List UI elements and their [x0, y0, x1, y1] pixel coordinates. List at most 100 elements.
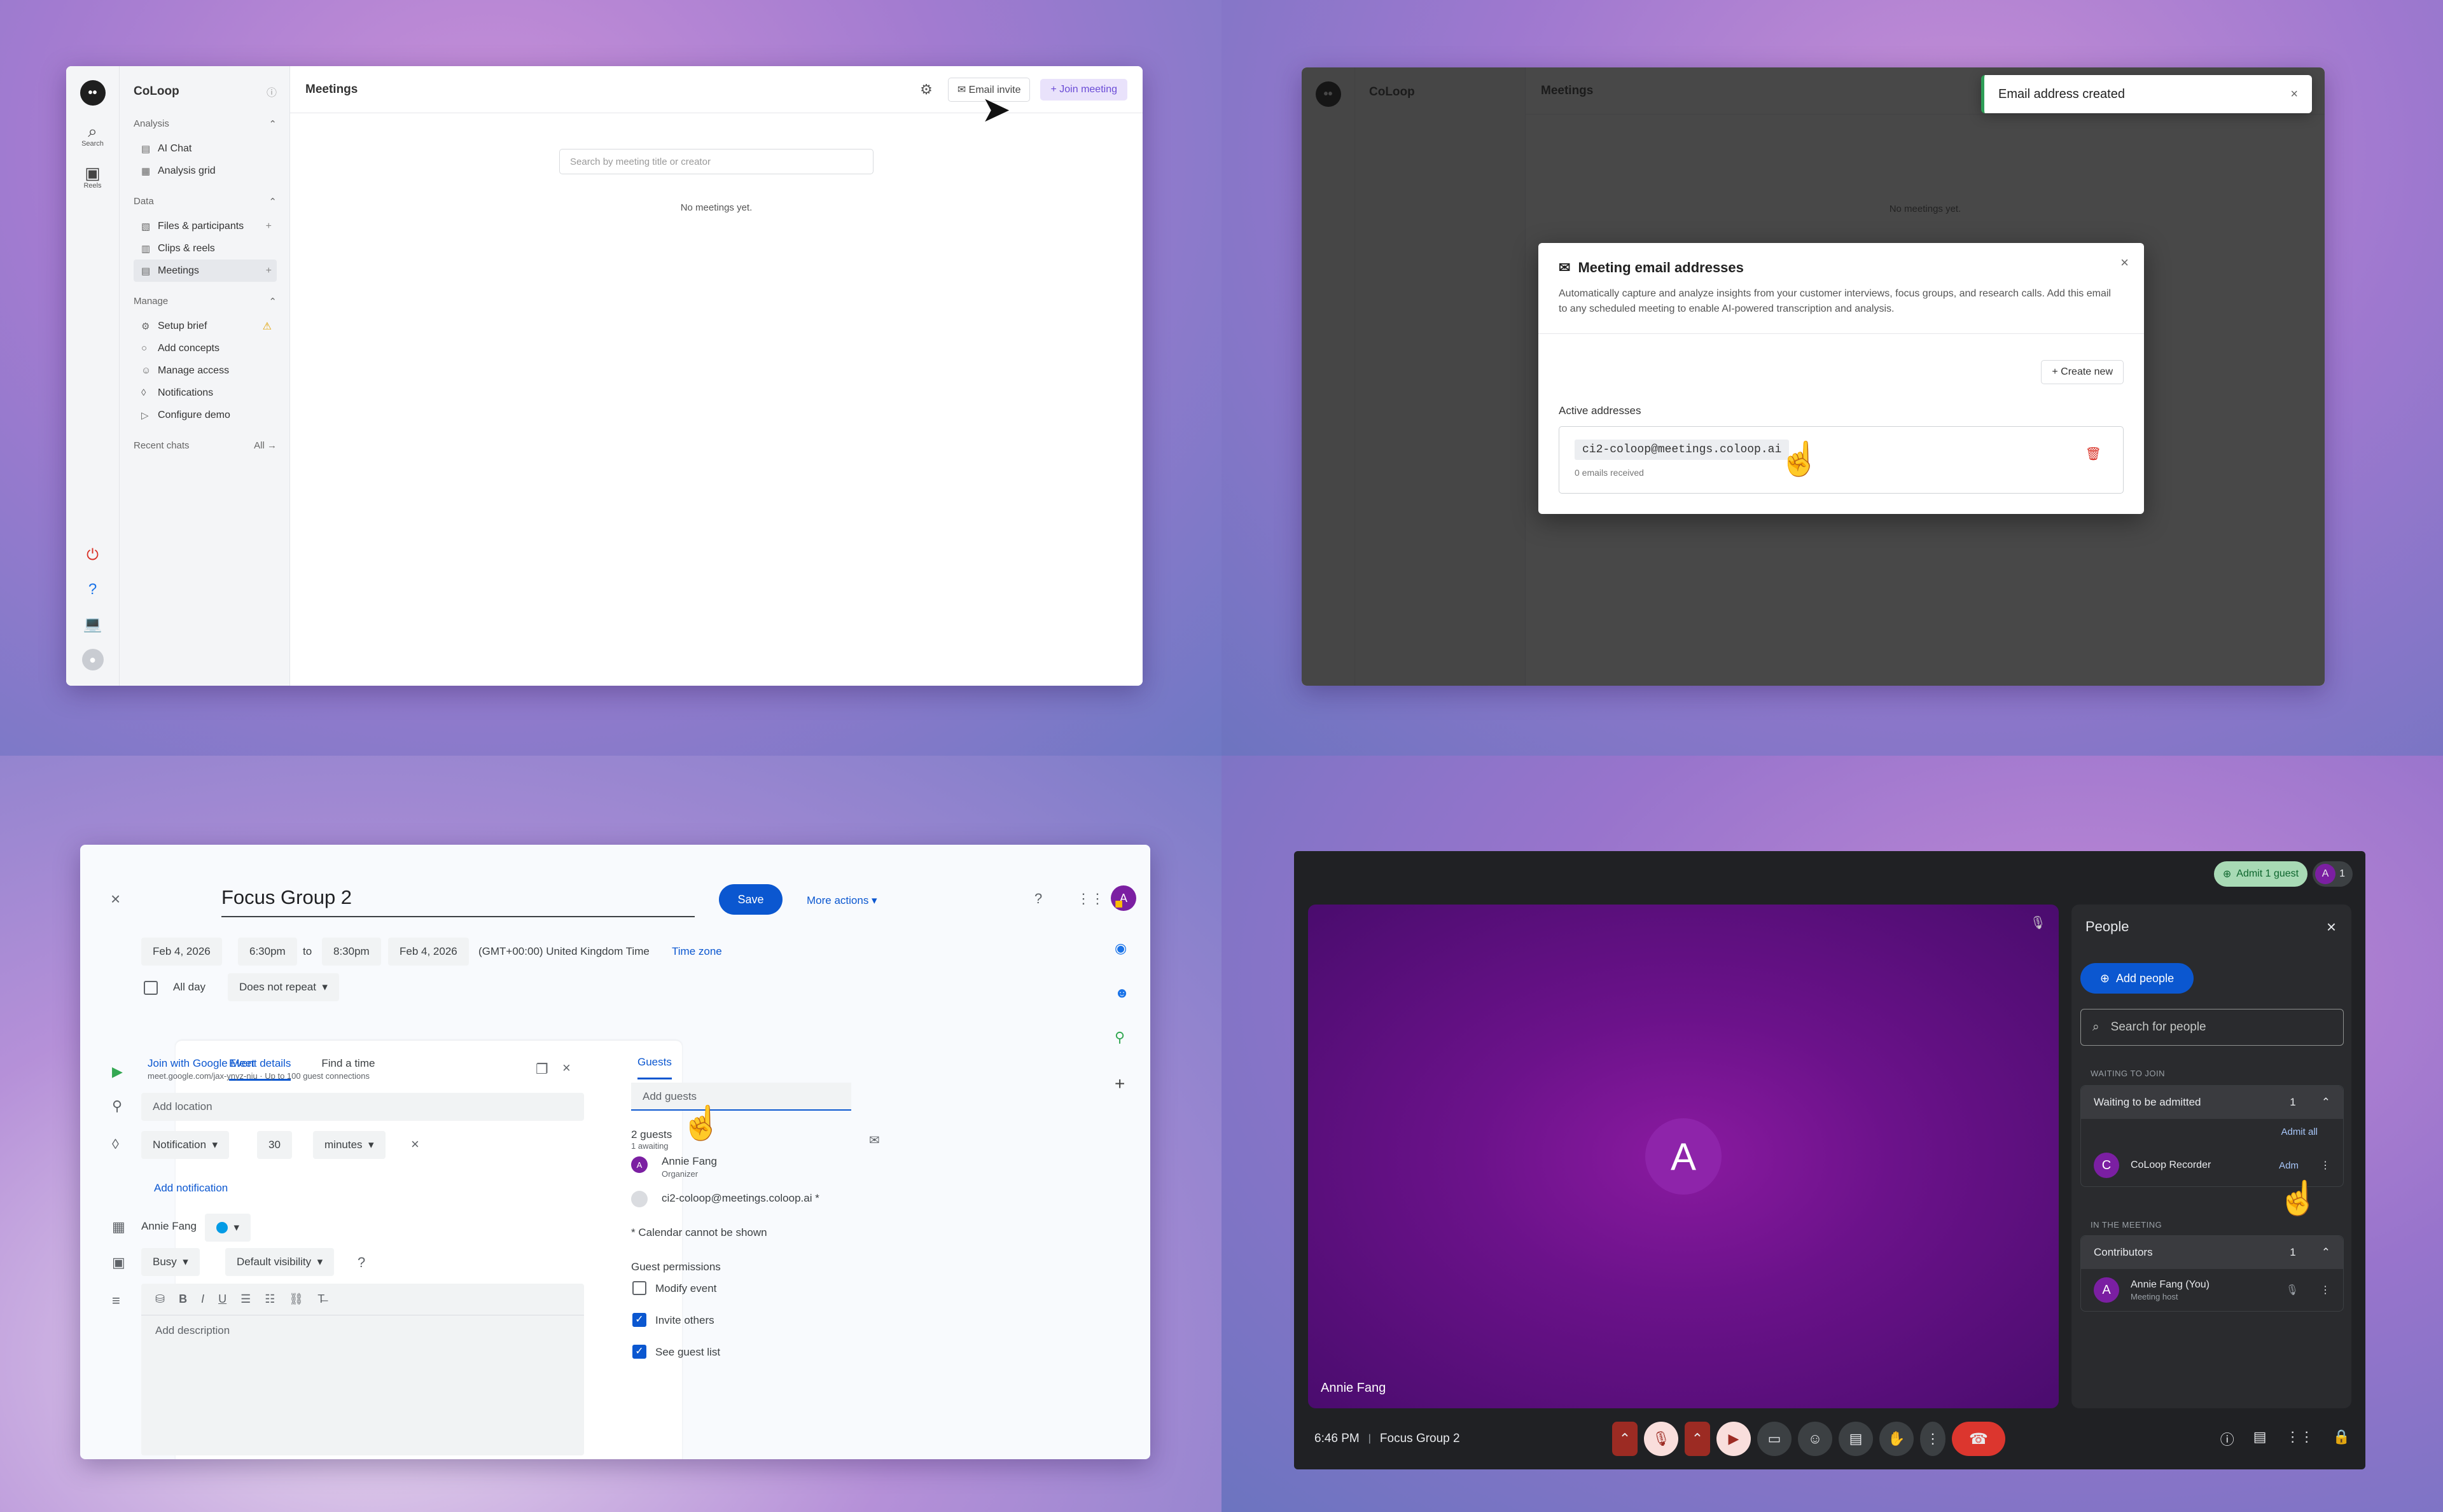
plus-icon[interactable]: +: [266, 265, 272, 277]
add-guests-input[interactable]: Add guests: [631, 1083, 851, 1111]
start-date[interactable]: Feb 4, 2026: [141, 938, 222, 966]
sidebar-item-configure-demo[interactable]: ▷ Configure demo: [134, 404, 277, 426]
present-icon[interactable]: ▭: [1757, 1422, 1792, 1456]
email-address[interactable]: ci2-coloop@meetings.coloop.ai: [1575, 440, 1790, 460]
section-data[interactable]: Data ⌃: [134, 196, 277, 207]
waiting-group-header[interactable]: Waiting to be admitted 1 ⌃: [2081, 1086, 2343, 1119]
copy-icon[interactable]: ❐: [536, 1061, 548, 1078]
raise-hand-icon[interactable]: ✋: [1879, 1422, 1914, 1456]
sidebar-item-files[interactable]: ▧ Files & participants +: [134, 215, 277, 237]
bold-icon[interactable]: B: [179, 1293, 187, 1306]
busy-select[interactable]: Busy ▾: [141, 1248, 200, 1276]
bullet-list-icon[interactable]: ☷: [265, 1293, 275, 1306]
end-date[interactable]: Feb 4, 2026: [388, 938, 469, 966]
info-icon[interactable]: ⓘ: [2220, 1429, 2234, 1449]
more-icon[interactable]: ⋮: [1920, 1422, 1945, 1456]
add-people-button[interactable]: ⊕ Add people: [2080, 963, 2194, 994]
repeat-select[interactable]: Does not repeat ▾: [228, 973, 339, 1001]
sidebar-item-meetings[interactable]: ▤ Meetings +: [134, 260, 277, 282]
tasks-icon[interactable]: ◉: [1115, 940, 1129, 957]
host-controls-icon[interactable]: 🔒: [2333, 1429, 2350, 1449]
keep-icon[interactable]: ■: [1115, 896, 1129, 912]
join-meeting-button[interactable]: + Join meeting: [1040, 78, 1127, 101]
timezone-link[interactable]: Time zone: [672, 945, 722, 958]
clear-format-icon[interactable]: T̶: [317, 1293, 324, 1306]
event-title-input[interactable]: Focus Group 2: [221, 879, 695, 917]
save-button[interactable]: Save: [719, 884, 783, 915]
help-icon[interactable]: ?: [83, 580, 102, 599]
link-icon[interactable]: ⛓: [289, 1293, 303, 1306]
location-input[interactable]: Add location: [141, 1093, 584, 1121]
contacts-icon[interactable]: ☻: [1115, 985, 1129, 1001]
close-icon[interactable]: ×: [2290, 87, 2298, 102]
notification-value[interactable]: 30: [257, 1131, 292, 1159]
tab-guests[interactable]: Guests: [637, 1056, 672, 1079]
start-time[interactable]: 6:30pm: [238, 938, 297, 966]
mic-off-icon[interactable]: 🎙: [1644, 1422, 1678, 1456]
more-actions-button[interactable]: More actions ▾: [807, 894, 877, 907]
help-icon[interactable]: ?: [1034, 891, 1042, 907]
invite-others-checkbox[interactable]: ✓: [632, 1313, 646, 1327]
meet-link[interactable]: Join with Google Meet: [148, 1057, 254, 1070]
maps-icon[interactable]: ⚲: [1115, 1029, 1129, 1046]
rail-search[interactable]: ⌕ Search: [81, 122, 104, 148]
color-select[interactable]: ▾: [205, 1214, 251, 1242]
section-analysis[interactable]: Analysis ⌃: [134, 118, 277, 130]
sidebar-item-setup-brief[interactable]: ⚙ Setup brief ⚠: [134, 315, 277, 337]
sidebar-item-notifications[interactable]: ◊ Notifications: [134, 382, 277, 404]
emoji-icon[interactable]: ☺: [1798, 1422, 1832, 1456]
close-icon[interactable]: ×: [2120, 254, 2129, 271]
captions-icon[interactable]: ▤: [1839, 1422, 1873, 1456]
add-notification-link[interactable]: Add notification: [154, 1182, 228, 1195]
email-guests-icon[interactable]: ✉: [869, 1132, 880, 1148]
search-input[interactable]: Search by meeting title or creator: [559, 149, 873, 174]
power-icon[interactable]: ⏻: [83, 546, 102, 565]
sidebar-item-clips[interactable]: ▥ Clips & reels: [134, 237, 277, 260]
more-icon[interactable]: ⋮: [2320, 1284, 2330, 1296]
admit-all-button[interactable]: Admit all: [2081, 1119, 2343, 1144]
numbered-list-icon[interactable]: ☰: [240, 1293, 251, 1306]
drive-icon[interactable]: ⛁: [155, 1293, 165, 1306]
end-call-button[interactable]: ☎: [1952, 1422, 2005, 1456]
admit-button[interactable]: Adm: [2279, 1160, 2299, 1171]
description-input[interactable]: Add description: [141, 1315, 584, 1346]
modify-event-checkbox[interactable]: [632, 1281, 646, 1295]
apps-grid-icon[interactable]: ⋮⋮: [1076, 891, 1104, 907]
notification-type[interactable]: Notification ▾: [141, 1131, 230, 1159]
rail-reels[interactable]: ▣ Reels: [83, 164, 101, 190]
close-icon[interactable]: ×: [562, 1060, 571, 1076]
help-icon[interactable]: ?: [358, 1254, 365, 1271]
underline-icon[interactable]: U: [218, 1293, 226, 1306]
close-icon[interactable]: ×: [411, 1136, 419, 1153]
avatar[interactable]: ●: [81, 649, 104, 670]
visibility-select[interactable]: Default visibility ▾: [225, 1248, 335, 1276]
sidebar-item-add-concepts[interactable]: ○ Add concepts: [134, 337, 277, 359]
people-search-input[interactable]: ⌕ Search for people: [2080, 1009, 2344, 1046]
all-day-checkbox[interactable]: [144, 981, 158, 995]
more-icon[interactable]: ⋮: [2320, 1159, 2330, 1172]
plus-icon[interactable]: +: [266, 221, 272, 232]
participants-button[interactable]: A1: [2313, 861, 2353, 887]
camera-off-icon[interactable]: ▶: [1716, 1422, 1751, 1456]
close-icon[interactable]: ×: [2327, 917, 2336, 937]
laptop-icon[interactable]: 💻: [83, 614, 102, 634]
admit-guest-button[interactable]: ⊕ Admit 1 guest: [2213, 861, 2308, 887]
sidebar-item-ai-chat[interactable]: ▤ AI Chat: [134, 137, 277, 160]
gear-icon[interactable]: ⚙: [920, 81, 933, 98]
sidebar-item-analysis-grid[interactable]: ▦ Analysis grid: [134, 160, 277, 182]
trash-icon[interactable]: 🗑: [2085, 446, 2101, 462]
section-manage[interactable]: Manage ⌃: [134, 296, 277, 307]
mic-options-button[interactable]: ⌃: [1612, 1422, 1638, 1456]
sidebar-item-manage-access[interactable]: ☺ Manage access: [134, 359, 277, 382]
close-icon[interactable]: ×: [111, 889, 120, 909]
description-editor[interactable]: ⛁ B I U ☰ ☷ ⛓ T̶ Add description: [141, 1284, 584, 1455]
add-icon[interactable]: +: [1115, 1074, 1129, 1094]
italic-icon[interactable]: I: [201, 1293, 204, 1306]
contributors-header[interactable]: Contributors 1 ⌃: [2081, 1236, 2343, 1269]
chat-icon[interactable]: ▤: [2253, 1429, 2267, 1449]
end-time[interactable]: 8:30pm: [322, 938, 381, 966]
create-new-button[interactable]: + Create new: [2041, 360, 2124, 384]
recent-all-link[interactable]: All →: [254, 440, 277, 451]
see-guest-list-checkbox[interactable]: ✓: [632, 1345, 646, 1359]
activities-icon[interactable]: ⋮⋮: [2286, 1429, 2314, 1449]
